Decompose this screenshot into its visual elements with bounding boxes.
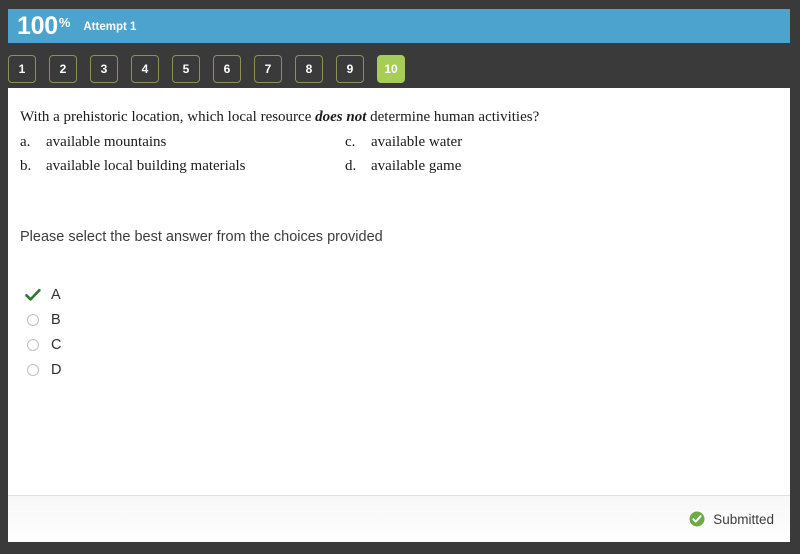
score-value: 100	[17, 11, 58, 40]
question-panel: With a prehistoric location, which local…	[8, 88, 790, 542]
question-content: With a prehistoric location, which local…	[20, 108, 778, 175]
answer-prompt: Please select the best answer from the c…	[20, 229, 383, 245]
choice-text: available local building materials	[46, 157, 246, 174]
answer-option-label: A	[51, 286, 61, 303]
answer-option-A[interactable]: A	[20, 282, 61, 307]
pager-button-10[interactable]: 10	[377, 55, 405, 83]
answer-option-B[interactable]: B	[20, 307, 61, 332]
radio-circle[interactable]	[27, 338, 39, 351]
pager-button-7[interactable]: 7	[254, 55, 282, 83]
pager-button-1[interactable]: 1	[8, 55, 36, 83]
choice-letter: c.	[345, 133, 356, 150]
answer-option-label: C	[51, 336, 62, 353]
question-choice-grid: a. available mountains c. available water b.…	[20, 133, 778, 176]
answer-option-D[interactable]: D	[20, 357, 61, 382]
question-body: With a prehistoric location, which local…	[8, 88, 790, 495]
answer-options: ABCD	[20, 282, 61, 382]
pager-button-6[interactable]: 6	[213, 55, 241, 83]
pager-button-9[interactable]: 9	[336, 55, 364, 83]
answer-check-icon	[20, 288, 46, 302]
attempt-label: Attempt 1	[83, 20, 137, 33]
pager-button-3[interactable]: 3	[90, 55, 118, 83]
submitted-check-icon	[689, 511, 705, 527]
answer-option-label: B	[51, 311, 61, 328]
pager-button-4[interactable]: 4	[131, 55, 159, 83]
pager-button-5[interactable]: 5	[172, 55, 200, 83]
question-stem-part1: With a prehistoric location, which local…	[20, 109, 316, 125]
radio-circle[interactable]	[27, 363, 39, 376]
choice-letter: d.	[345, 157, 357, 174]
submission-status: Submitted	[689, 511, 774, 527]
percent-symbol: %	[58, 15, 71, 30]
question-pager: 1 2 3 4 5 6 7 8 9 10	[8, 55, 790, 85]
question-choice: d. available game	[345, 157, 778, 176]
choice-text: available game	[371, 157, 462, 174]
radio-button-icon	[20, 338, 46, 351]
choice-letter: a.	[20, 133, 31, 150]
choice-letter: b.	[20, 157, 32, 174]
question-choice: a. available mountains	[20, 133, 345, 152]
question-stem-emphasis: does not	[315, 109, 367, 125]
pager-button-8[interactable]: 8	[295, 55, 323, 83]
radio-button-icon	[20, 363, 46, 376]
question-stem: With a prehistoric location, which local…	[20, 108, 778, 127]
submitted-label: Submitted	[713, 511, 774, 527]
pager-button-2[interactable]: 2	[49, 55, 77, 83]
panel-footer: Submitted	[8, 495, 790, 542]
question-stem-part2: determine human activities?	[366, 109, 540, 125]
choice-text: available water	[371, 133, 463, 150]
question-choice: b. available local building materials	[20, 157, 345, 176]
score-bar: 100 % Attempt 1	[8, 9, 790, 43]
choice-text: available mountains	[46, 133, 167, 150]
radio-button-icon	[20, 313, 46, 326]
answer-option-C[interactable]: C	[20, 332, 61, 357]
radio-circle[interactable]	[27, 313, 39, 326]
answer-option-label: D	[51, 361, 62, 378]
question-choice: c. available water	[345, 133, 778, 152]
